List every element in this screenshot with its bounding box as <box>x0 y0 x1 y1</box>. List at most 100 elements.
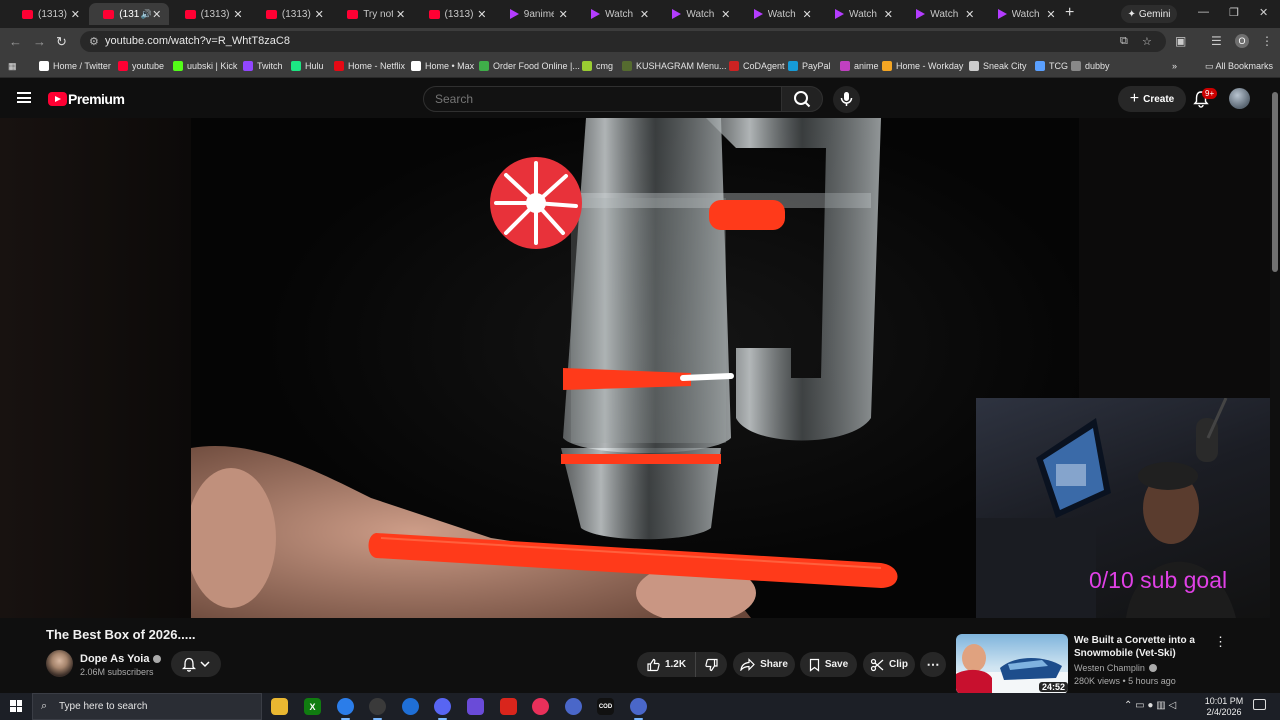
recommended-menu-button[interactable]: ⋮ <box>1214 634 1227 650</box>
close-tab-icon[interactable]: ✕ <box>233 8 242 21</box>
browser-tab[interactable]: Try not to✕ <box>333 3 413 25</box>
xbox-icon[interactable]: X <box>304 698 321 715</box>
close-tab-icon[interactable]: ✕ <box>965 8 974 21</box>
file-explorer-icon[interactable] <box>271 698 288 715</box>
share-button[interactable]: Share <box>733 652 795 677</box>
browser-tab[interactable]: (1313)🔊✕ <box>89 3 170 25</box>
all-bookmarks-button[interactable]: ▭ All Bookmarks <box>1205 61 1273 72</box>
browser-tab[interactable]: (1313) Yo✕ <box>8 3 88 25</box>
bookmark-item[interactable]: Twitch <box>243 61 283 71</box>
chrome-icon[interactable] <box>337 698 354 720</box>
close-window-button[interactable]: ✕ <box>1259 6 1268 19</box>
close-tab-icon[interactable]: ✕ <box>1046 8 1055 21</box>
scrollbar-thumb[interactable] <box>1272 92 1278 272</box>
call-of-duty-icon[interactable]: COD <box>597 698 614 715</box>
save-button[interactable]: Save <box>800 652 857 677</box>
bookmark-item[interactable]: cmg <box>582 61 613 71</box>
close-tab-icon[interactable]: ✕ <box>477 8 486 21</box>
browser-tab[interactable]: Watch Fe ✕ <box>821 3 901 25</box>
install-app-icon[interactable]: ⧉ <box>1120 35 1128 48</box>
browser-menu-icon[interactable]: ⋮ <box>1261 34 1273 48</box>
close-tab-icon[interactable]: ✕ <box>721 8 730 21</box>
browser-tab[interactable]: Watch De ✕ <box>902 3 982 25</box>
hamburger-menu-icon[interactable] <box>17 92 31 103</box>
bookmark-item[interactable]: uubski | Kick <box>173 61 237 71</box>
bookmark-item[interactable]: PayPal <box>788 61 831 71</box>
browser-tab[interactable]: (1313) M✕ <box>171 3 251 25</box>
youtube-logo-icon[interactable] <box>48 92 67 106</box>
browser-tab[interactable]: Watch Ne ✕ <box>740 3 820 25</box>
video-frame[interactable] <box>191 118 1079 618</box>
clip-button[interactable]: Clip <box>863 652 915 677</box>
app-icon-2[interactable] <box>565 698 582 715</box>
bookmark-item[interactable]: youtube <box>118 61 164 71</box>
side-panel-icon[interactable]: ▣ <box>1175 34 1186 48</box>
discord-icon[interactable] <box>434 698 451 720</box>
maximize-button[interactable]: ❐ <box>1229 6 1239 19</box>
windows-start-icon[interactable] <box>10 700 22 712</box>
close-tab-icon[interactable]: ✕ <box>802 8 811 21</box>
bookmark-item[interactable]: Sneak City <box>969 61 1027 71</box>
browser-tab[interactable]: (1313) m✕ <box>415 3 495 25</box>
browser-tab[interactable]: Watch Ku ✕ <box>658 3 738 25</box>
close-tab-icon[interactable]: ✕ <box>559 8 568 21</box>
close-tab-icon[interactable]: ✕ <box>152 8 161 21</box>
bookmark-item[interactable]: TCG <box>1035 61 1068 71</box>
bookmark-item[interactable]: Home - Netflix <box>334 61 405 71</box>
riot-client-icon[interactable] <box>500 698 517 715</box>
subscribed-notifications-button[interactable] <box>171 651 221 677</box>
close-tab-icon[interactable]: ✕ <box>71 8 80 21</box>
channel-name[interactable]: Dope As Yoia <box>80 653 162 665</box>
more-bookmarks-icon[interactable]: » <box>1172 61 1177 71</box>
search-button[interactable] <box>781 86 823 112</box>
channel-avatar[interactable] <box>46 650 73 677</box>
reload-button[interactable]: ↻ <box>56 34 67 50</box>
premium-logo-text[interactable]: Premium <box>68 91 125 107</box>
app-icon-3[interactable] <box>630 698 647 720</box>
taskbar-search-box[interactable]: ⌕ Type here to search <box>32 693 262 720</box>
omnibox[interactable]: ⚙ youtube.com/watch?v=R_WhtT8zaC8 ⧉ ☆ <box>80 31 1166 52</box>
recommended-title[interactable]: We Built a Corvette into a Snowmobile (V… <box>1074 634 1204 660</box>
apps-grid-icon[interactable]: ▦ <box>8 61 17 72</box>
close-tab-icon[interactable]: ✕ <box>884 8 893 21</box>
game-controller-icon[interactable] <box>467 698 484 715</box>
voice-search-button[interactable] <box>833 86 860 113</box>
search-input[interactable] <box>423 86 782 112</box>
recommended-channel[interactable]: Westen Champlin <box>1074 663 1157 673</box>
minimize-button[interactable]: — <box>1198 6 1209 18</box>
bookmark-item[interactable]: KUSHAGRAM Menu... <box>622 61 727 71</box>
taskbar-clock[interactable]: 10:01 PM 2/4/2026 <box>1202 696 1246 718</box>
bookmark-star-icon[interactable]: ☆ <box>1142 35 1152 48</box>
speaker-icon[interactable]: 🔊 <box>141 9 152 20</box>
close-tab-icon[interactable]: ✕ <box>315 8 324 21</box>
bookmark-item[interactable]: Home • Max <box>411 61 474 71</box>
chrome-profile-icon[interactable] <box>369 698 386 720</box>
new-tab-button[interactable]: + <box>1065 4 1074 22</box>
bookmark-item[interactable]: CoDAgent <box>729 61 785 71</box>
site-info-icon[interactable]: ⚙ <box>89 35 99 48</box>
tab-search-icon[interactable]: ☰ <box>1211 34 1222 48</box>
close-tab-icon[interactable]: ✕ <box>396 8 405 21</box>
gemini-button[interactable]: ✦ Gemini <box>1121 5 1177 23</box>
dislike-button[interactable] <box>695 652 727 677</box>
app-icon[interactable] <box>402 698 419 715</box>
browser-tab[interactable]: 9anime | ✕ <box>496 3 576 25</box>
media-player-icon[interactable] <box>532 698 549 715</box>
account-avatar[interactable] <box>1229 88 1250 109</box>
bookmark-item[interactable]: Home / Twitter <box>39 61 111 71</box>
back-button[interactable]: ← <box>9 34 22 49</box>
close-tab-icon[interactable]: ✕ <box>640 8 649 21</box>
browser-tab[interactable]: Watch O ✕ <box>984 3 1064 25</box>
bookmark-item[interactable]: Order Food Online |... <box>479 61 580 71</box>
notification-center-icon[interactable] <box>1253 699 1266 710</box>
bookmark-item[interactable]: Hulu <box>291 61 324 71</box>
more-actions-button[interactable]: ⋯ <box>920 652 946 677</box>
create-button[interactable]: + Create <box>1118 86 1186 112</box>
profile-avatar[interactable]: O <box>1235 34 1249 48</box>
forward-button[interactable]: → <box>33 34 46 49</box>
like-button[interactable]: 1.2K <box>637 652 695 677</box>
browser-tab[interactable]: (1313) 2✕ <box>252 3 332 25</box>
bookmark-item[interactable]: dubby <box>1071 61 1110 71</box>
system-tray[interactable]: ⌃ ▭ ● ▥ ◁ <box>1124 700 1176 711</box>
bookmark-item[interactable]: anime <box>840 61 879 71</box>
